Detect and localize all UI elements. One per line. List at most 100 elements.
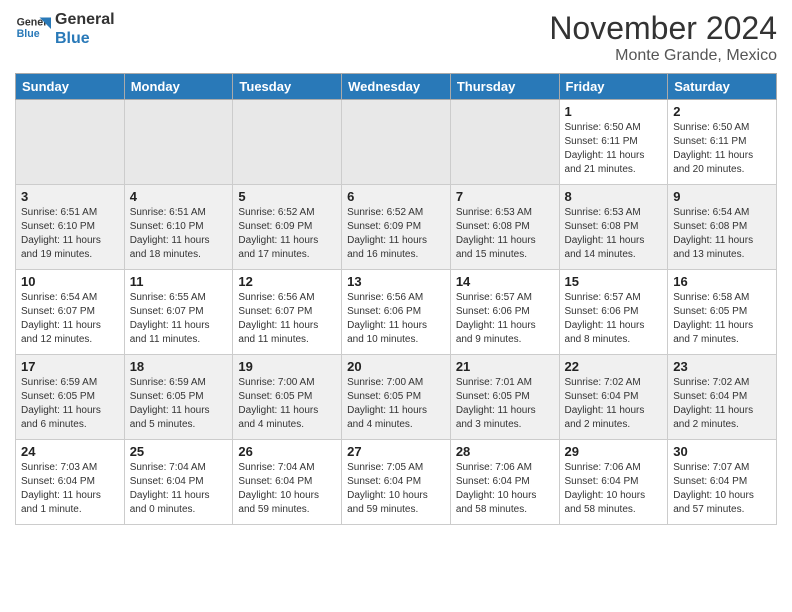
day-info: Sunrise: 7:00 AMSunset: 6:05 PMDaylight:… xyxy=(238,376,336,432)
day-number: 24 xyxy=(21,444,119,459)
calendar-day-cell xyxy=(233,100,342,185)
day-info: Sunrise: 6:50 AMSunset: 6:11 PMDaylight:… xyxy=(673,121,771,177)
day-number: 7 xyxy=(456,189,554,204)
calendar-day-cell: 7 Sunrise: 6:53 AMSunset: 6:08 PMDaylight… xyxy=(450,185,559,270)
day-info: Sunrise: 7:04 AMSunset: 6:04 PMDaylight:… xyxy=(130,461,228,517)
calendar-day-cell: 15 Sunrise: 6:57 AMSunset: 6:06 PMDayligh… xyxy=(559,270,668,355)
day-number: 15 xyxy=(565,274,663,289)
day-info: Sunrise: 7:02 AMSunset: 6:04 PMDaylight:… xyxy=(673,376,771,432)
day-number: 6 xyxy=(347,189,445,204)
day-info: Sunrise: 7:00 AMSunset: 6:05 PMDaylight:… xyxy=(347,376,445,432)
day-info: Sunrise: 7:06 AMSunset: 6:04 PMDaylight:… xyxy=(565,461,663,517)
calendar-week-row: 3Sunrise: 6:51 AMSunset: 6:10 PMDaylight… xyxy=(16,185,777,270)
col-monday: Monday xyxy=(124,74,233,100)
calendar-day-cell xyxy=(342,100,451,185)
day-info: Sunrise: 7:07 AMSunset: 6:04 PMDaylight:… xyxy=(673,461,771,517)
day-info: Sunrise: 6:53 AMSunset: 6:08 PMDaylight:… xyxy=(565,206,663,262)
day-info: Sunrise: 6:57 AMSunset: 6:06 PMDaylight:… xyxy=(565,291,663,347)
col-saturday: Saturday xyxy=(668,74,777,100)
calendar-day-cell xyxy=(450,100,559,185)
calendar-day-cell: 3Sunrise: 6:51 AMSunset: 6:10 PMDaylight… xyxy=(16,185,125,270)
day-number: 29 xyxy=(565,444,663,459)
svg-text:Blue: Blue xyxy=(17,28,40,40)
day-number: 10 xyxy=(21,274,119,289)
day-info: Sunrise: 6:50 AMSunset: 6:11 PMDaylight:… xyxy=(565,121,663,177)
day-number: 22 xyxy=(565,359,663,374)
logo-text-general: General xyxy=(55,10,115,29)
day-number: 18 xyxy=(130,359,228,374)
calendar-week-row: 24 Sunrise: 7:03 AMSunset: 6:04 PMDayligh… xyxy=(16,440,777,525)
calendar-day-cell: 25 Sunrise: 7:04 AMSunset: 6:04 PMDayligh… xyxy=(124,440,233,525)
day-number: 17 xyxy=(21,359,119,374)
calendar-day-cell: 30 Sunrise: 7:07 AMSunset: 6:04 PMDayligh… xyxy=(668,440,777,525)
calendar-day-cell: 20 Sunrise: 7:00 AMSunset: 6:05 PMDayligh… xyxy=(342,355,451,440)
day-number: 8 xyxy=(565,189,663,204)
calendar-day-cell: 16Sunrise: 6:58 AMSunset: 6:05 PMDayligh… xyxy=(668,270,777,355)
calendar-day-cell xyxy=(16,100,125,185)
day-number: 25 xyxy=(130,444,228,459)
calendar-day-cell: 23Sunrise: 7:02 AMSunset: 6:04 PMDayligh… xyxy=(668,355,777,440)
day-number: 11 xyxy=(130,274,228,289)
col-friday: Friday xyxy=(559,74,668,100)
calendar-day-cell: 6 Sunrise: 6:52 AMSunset: 6:09 PMDaylight… xyxy=(342,185,451,270)
day-number: 14 xyxy=(456,274,554,289)
day-info: Sunrise: 6:56 AMSunset: 6:07 PMDaylight:… xyxy=(238,291,336,347)
day-number: 27 xyxy=(347,444,445,459)
day-number: 21 xyxy=(456,359,554,374)
day-number: 1 xyxy=(565,104,663,119)
day-number: 30 xyxy=(673,444,771,459)
calendar-week-row: 10 Sunrise: 6:54 AMSunset: 6:07 PMDayligh… xyxy=(16,270,777,355)
calendar-day-cell: 5Sunrise: 6:52 AMSunset: 6:09 PMDaylight… xyxy=(233,185,342,270)
day-info: Sunrise: 6:51 AMSunset: 6:10 PMDaylight:… xyxy=(21,206,119,262)
day-number: 20 xyxy=(347,359,445,374)
day-number: 13 xyxy=(347,274,445,289)
day-info: Sunrise: 6:57 AMSunset: 6:06 PMDaylight:… xyxy=(456,291,554,347)
calendar-day-cell: 21 Sunrise: 7:01 AMSunset: 6:05 PMDayligh… xyxy=(450,355,559,440)
calendar-day-cell: 8 Sunrise: 6:53 AMSunset: 6:08 PMDaylight… xyxy=(559,185,668,270)
calendar-day-cell: 14 Sunrise: 6:57 AMSunset: 6:06 PMDayligh… xyxy=(450,270,559,355)
logo-text-blue: Blue xyxy=(55,29,115,48)
day-info: Sunrise: 6:59 AMSunset: 6:05 PMDaylight:… xyxy=(130,376,228,432)
calendar-day-cell: 9 Sunrise: 6:54 AMSunset: 6:08 PMDaylight… xyxy=(668,185,777,270)
day-number: 28 xyxy=(456,444,554,459)
logo: General Blue General Blue xyxy=(15,10,115,48)
page: General Blue General Blue November 2024 … xyxy=(0,0,792,540)
day-info: Sunrise: 6:58 AMSunset: 6:05 PMDaylight:… xyxy=(673,291,771,347)
day-number: 2 xyxy=(673,104,771,119)
day-number: 12 xyxy=(238,274,336,289)
page-title: November 2024 xyxy=(549,10,777,47)
calendar-day-cell: 4 Sunrise: 6:51 AMSunset: 6:10 PMDaylight… xyxy=(124,185,233,270)
day-info: Sunrise: 6:52 AMSunset: 6:09 PMDaylight:… xyxy=(347,206,445,262)
calendar-day-cell: 12 Sunrise: 6:56 AMSunset: 6:07 PMDayligh… xyxy=(233,270,342,355)
day-info: Sunrise: 7:01 AMSunset: 6:05 PMDaylight:… xyxy=(456,376,554,432)
day-info: Sunrise: 6:52 AMSunset: 6:09 PMDaylight:… xyxy=(238,206,336,262)
calendar-day-cell: 2 Sunrise: 6:50 AMSunset: 6:11 PMDaylight… xyxy=(668,100,777,185)
day-number: 4 xyxy=(130,189,228,204)
day-info: Sunrise: 6:55 AMSunset: 6:07 PMDaylight:… xyxy=(130,291,228,347)
day-info: Sunrise: 6:56 AMSunset: 6:06 PMDaylight:… xyxy=(347,291,445,347)
calendar-table: Sunday Monday Tuesday Wednesday Thursday… xyxy=(15,73,777,525)
col-wednesday: Wednesday xyxy=(342,74,451,100)
day-info: Sunrise: 6:53 AMSunset: 6:08 PMDaylight:… xyxy=(456,206,554,262)
calendar-day-cell: 24 Sunrise: 7:03 AMSunset: 6:04 PMDayligh… xyxy=(16,440,125,525)
day-info: Sunrise: 6:54 AMSunset: 6:08 PMDaylight:… xyxy=(673,206,771,262)
calendar-day-cell: 11 Sunrise: 6:55 AMSunset: 6:07 PMDayligh… xyxy=(124,270,233,355)
calendar-day-cell: 28Sunrise: 7:06 AMSunset: 6:04 PMDayligh… xyxy=(450,440,559,525)
col-sunday: Sunday xyxy=(16,74,125,100)
day-info: Sunrise: 7:02 AMSunset: 6:04 PMDaylight:… xyxy=(565,376,663,432)
title-area: November 2024 Monte Grande, Mexico xyxy=(549,10,777,65)
calendar-day-cell xyxy=(124,100,233,185)
day-info: Sunrise: 6:54 AMSunset: 6:07 PMDaylight:… xyxy=(21,291,119,347)
day-info: Sunrise: 6:51 AMSunset: 6:10 PMDaylight:… xyxy=(130,206,228,262)
calendar-day-cell: 19Sunrise: 7:00 AMSunset: 6:05 PMDayligh… xyxy=(233,355,342,440)
day-info: Sunrise: 7:04 AMSunset: 6:04 PMDaylight:… xyxy=(238,461,336,517)
page-subtitle: Monte Grande, Mexico xyxy=(549,47,777,65)
calendar-week-row: 1 Sunrise: 6:50 AMSunset: 6:11 PMDaylight… xyxy=(16,100,777,185)
day-number: 9 xyxy=(673,189,771,204)
calendar-header-row: Sunday Monday Tuesday Wednesday Thursday… xyxy=(16,74,777,100)
calendar-day-cell: 22 Sunrise: 7:02 AMSunset: 6:04 PMDayligh… xyxy=(559,355,668,440)
col-thursday: Thursday xyxy=(450,74,559,100)
logo-icon: General Blue xyxy=(15,11,51,47)
calendar-day-cell: 26Sunrise: 7:04 AMSunset: 6:04 PMDayligh… xyxy=(233,440,342,525)
day-info: Sunrise: 7:03 AMSunset: 6:04 PMDaylight:… xyxy=(21,461,119,517)
